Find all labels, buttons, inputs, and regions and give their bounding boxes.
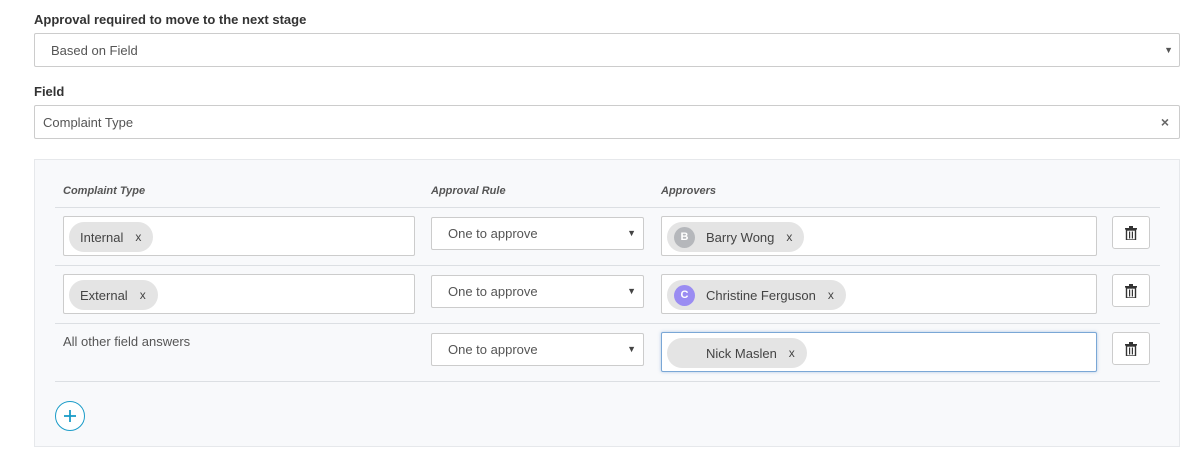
approvers-input[interactable]: Nick Maslen x bbox=[661, 332, 1097, 372]
chevron-down-icon: ▼ bbox=[627, 344, 636, 354]
approval-rule-value: One to approve bbox=[448, 284, 538, 299]
approval-rule-select[interactable]: One to approve ▼ bbox=[431, 333, 644, 366]
approver-name: Christine Ferguson bbox=[706, 287, 816, 303]
clear-icon[interactable]: × bbox=[1161, 114, 1169, 130]
avatar: C bbox=[674, 284, 695, 306]
answer-tag-input[interactable]: Internal x bbox=[63, 216, 415, 256]
divider bbox=[55, 323, 1160, 324]
field-label: Field bbox=[34, 84, 65, 99]
answer-tag-label: External bbox=[80, 287, 128, 303]
chevron-down-icon: ▼ bbox=[627, 286, 636, 296]
approval-label: Approval required to move to the next st… bbox=[34, 12, 307, 27]
trash-icon bbox=[1125, 225, 1137, 240]
trash-icon bbox=[1125, 283, 1137, 298]
approval-select-value: Based on Field bbox=[51, 42, 138, 58]
all-other-answers-label: All other field answers bbox=[63, 334, 191, 349]
divider bbox=[55, 207, 1160, 208]
approver-name: Nick Maslen bbox=[706, 345, 777, 361]
answer-tag-input[interactable]: External x bbox=[63, 274, 415, 314]
approval-rules-panel: Complaint Type Approval Rule Approvers I… bbox=[34, 159, 1180, 447]
divider bbox=[55, 381, 1160, 382]
plus-icon bbox=[64, 410, 76, 422]
delete-row-button[interactable] bbox=[1112, 274, 1150, 307]
approvers-input[interactable]: B Barry Wong x bbox=[661, 216, 1097, 256]
add-row-button[interactable] bbox=[55, 401, 85, 431]
remove-tag-icon[interactable]: x bbox=[140, 288, 146, 302]
remove-tag-icon[interactable]: x bbox=[135, 230, 141, 244]
approver-chip: Nick Maslen x bbox=[667, 338, 807, 368]
approval-rule-value: One to approve bbox=[448, 226, 538, 241]
approval-rule-select[interactable]: One to approve ▼ bbox=[431, 217, 644, 250]
delete-row-button[interactable] bbox=[1112, 216, 1150, 249]
field-select-value: Complaint Type bbox=[43, 114, 134, 130]
chevron-down-icon: ▼ bbox=[1164, 45, 1173, 55]
answer-tag-chip: External x bbox=[69, 280, 158, 310]
column-header-approvers: Approvers bbox=[661, 185, 717, 197]
chevron-down-icon: ▼ bbox=[627, 228, 636, 238]
approvers-input[interactable]: C Christine Ferguson x bbox=[661, 274, 1097, 314]
field-select[interactable]: Complaint Type × bbox=[34, 105, 1180, 139]
avatar: B bbox=[674, 226, 695, 248]
approval-select[interactable]: Based on Field ▼ bbox=[34, 33, 1180, 67]
remove-approver-icon[interactable]: x bbox=[828, 288, 834, 302]
avatar bbox=[674, 343, 695, 364]
remove-approver-icon[interactable]: x bbox=[786, 230, 792, 244]
approver-chip: B Barry Wong x bbox=[667, 222, 805, 252]
column-header-complaint-type: Complaint Type bbox=[63, 185, 146, 197]
trash-icon bbox=[1125, 341, 1137, 356]
divider bbox=[55, 265, 1160, 266]
answer-tag-chip: Internal x bbox=[69, 222, 154, 252]
delete-row-button[interactable] bbox=[1112, 332, 1150, 365]
remove-approver-icon[interactable]: x bbox=[789, 346, 795, 360]
approval-rule-select[interactable]: One to approve ▼ bbox=[431, 275, 644, 308]
approver-name: Barry Wong bbox=[706, 229, 775, 245]
approval-rule-value: One to approve bbox=[448, 342, 538, 357]
answer-tag-label: Internal bbox=[80, 229, 124, 245]
column-header-approval-rule: Approval Rule bbox=[431, 185, 506, 197]
approver-chip: C Christine Ferguson x bbox=[667, 280, 846, 310]
